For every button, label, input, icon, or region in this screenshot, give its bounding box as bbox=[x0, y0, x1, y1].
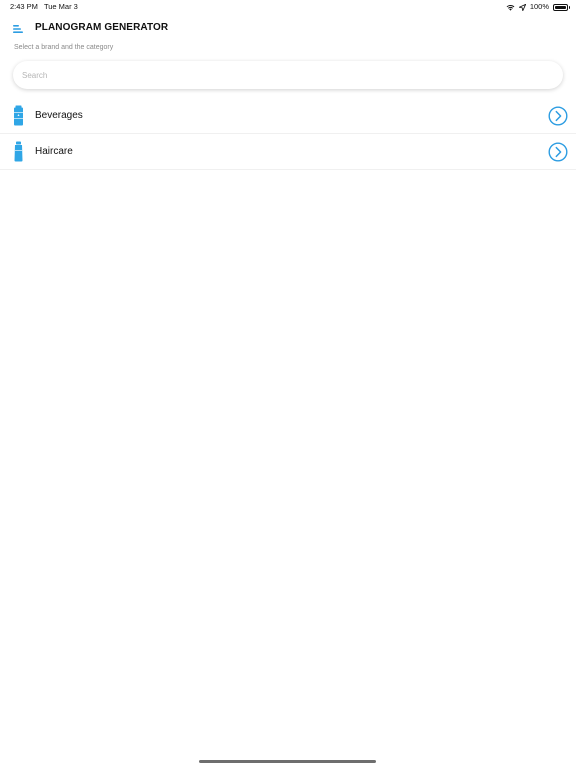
hamburger-menu-icon bbox=[13, 25, 23, 33]
home-indicator[interactable] bbox=[199, 760, 376, 763]
app-screen: 2:43 PM Tue Mar 3 100% PLANOGRAM GENERAT… bbox=[0, 0, 576, 768]
header: PLANOGRAM GENERATOR bbox=[0, 18, 576, 40]
status-time: 2:43 PM bbox=[10, 2, 38, 11]
status-date: Tue Mar 3 bbox=[43, 2, 78, 11]
category-list: Beverages Haircare bbox=[0, 98, 576, 170]
status-bar: 2:43 PM Tue Mar 3 100% bbox=[0, 0, 576, 14]
list-item-label: Beverages bbox=[35, 110, 83, 121]
battery-icon bbox=[553, 3, 570, 11]
open-haircare-button[interactable] bbox=[548, 142, 568, 162]
list-item-haircare[interactable]: Haircare bbox=[0, 134, 576, 170]
menu-button[interactable] bbox=[10, 21, 26, 37]
page-title: PLANOGRAM GENERATOR bbox=[35, 22, 169, 33]
open-beverages-button[interactable] bbox=[548, 106, 568, 126]
page-subtitle: Select a brand and the category bbox=[14, 44, 114, 51]
chevron-right-circle-icon bbox=[548, 106, 568, 126]
beverage-bottle-icon bbox=[14, 105, 23, 126]
search-input[interactable] bbox=[22, 67, 542, 83]
list-item-label: Haircare bbox=[35, 146, 73, 157]
location-arrow-icon bbox=[518, 3, 526, 11]
list-item-beverages[interactable]: Beverages bbox=[0, 98, 576, 134]
haircare-bottle-icon bbox=[14, 141, 23, 162]
battery-level-fill bbox=[555, 5, 566, 9]
status-right: 100% bbox=[506, 0, 570, 14]
status-left: 2:43 PM Tue Mar 3 bbox=[10, 0, 78, 14]
wifi-icon bbox=[506, 4, 515, 11]
search-box[interactable] bbox=[13, 61, 563, 89]
chevron-right-circle-icon bbox=[548, 142, 568, 162]
battery-percent: 100% bbox=[529, 2, 549, 11]
